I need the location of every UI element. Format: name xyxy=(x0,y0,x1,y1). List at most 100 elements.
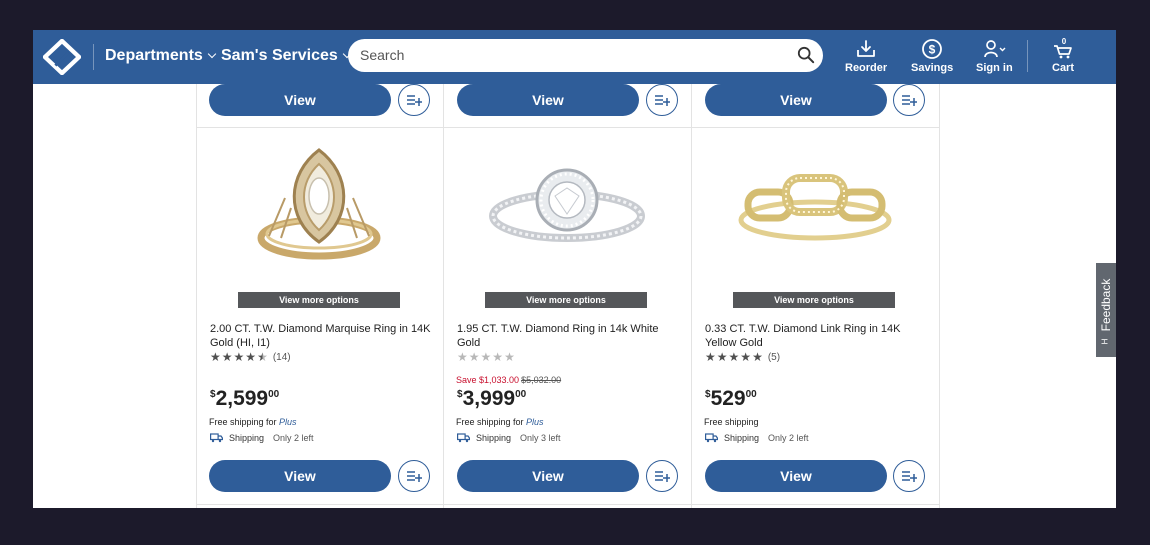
reorder-button[interactable]: Reorder xyxy=(845,38,887,74)
star-icon: ★ xyxy=(752,350,763,364)
star-icon: ★ xyxy=(728,350,740,364)
reorder-icon xyxy=(857,40,875,57)
free-shipping-text: Free shipping xyxy=(704,417,759,427)
feedback-tab[interactable]: Feedback H xyxy=(1096,263,1116,357)
star-icon: ★ xyxy=(740,350,752,364)
search-icon[interactable] xyxy=(797,46,815,64)
svg-text:$: $ xyxy=(929,43,936,57)
star-icon: ★ xyxy=(492,350,504,364)
marquise-ring-image[interactable] xyxy=(239,138,401,262)
view-more-options-button[interactable]: View more options xyxy=(485,292,647,308)
add-to-list-icon xyxy=(902,471,917,482)
view-button[interactable]: View xyxy=(457,460,639,492)
sams-club-logo-icon[interactable] xyxy=(43,39,81,75)
feedback-icon: H xyxy=(1100,338,1110,345)
price-cents: 00 xyxy=(745,389,757,400)
price-currency: $ xyxy=(457,389,463,400)
price: $52900 xyxy=(705,387,757,411)
product-title[interactable]: 0.33 CT. T.W. Diamond Link Ring in 14K Y… xyxy=(705,322,927,350)
cart-count: 0 xyxy=(1062,38,1067,46)
price-dollars: 2,599 xyxy=(215,387,269,410)
view-more-options-button[interactable]: View more options xyxy=(733,292,895,308)
stock-left: Only 3 left xyxy=(520,433,561,443)
add-to-list-button[interactable] xyxy=(893,460,925,492)
plus-label[interactable]: Plus xyxy=(526,417,544,427)
departments-label: Departments xyxy=(105,47,203,64)
stock-left: Only 2 left xyxy=(273,433,314,443)
add-to-list-button[interactable] xyxy=(646,460,678,492)
shipping-prefix: Free shipping for xyxy=(209,417,280,427)
rating-stars[interactable]: ★ ★ ★ ★ ★ (5) xyxy=(705,351,780,363)
reorder-label: Reorder xyxy=(845,62,888,74)
price-currency: $ xyxy=(705,389,711,400)
star-icon: ★ xyxy=(504,350,515,364)
sign-in-button[interactable]: Sign in xyxy=(976,38,1013,74)
add-to-list-icon xyxy=(407,95,422,106)
star-icon: ★ xyxy=(480,350,492,364)
star-icon: ★ xyxy=(233,350,245,364)
product-card: View more options 0.33 CT. T.W. Diamond … xyxy=(691,128,939,504)
star-icon: ★ xyxy=(210,350,221,364)
shipping-availability: Shipping Only 3 left xyxy=(457,433,561,443)
link-ring-image[interactable] xyxy=(734,138,896,262)
services-menu[interactable]: Sam's Services xyxy=(221,47,352,65)
half-star-icon: ★ xyxy=(257,350,268,364)
shipping-prefix: Free shipping xyxy=(704,417,759,427)
cart-icon: 0 xyxy=(1054,38,1072,59)
site-header: Departments Sam's Services Reorder $ S xyxy=(33,30,1116,84)
search-bar xyxy=(348,39,823,72)
truck-icon xyxy=(457,433,470,443)
star-icon: ★ xyxy=(468,350,480,364)
price-cents: 00 xyxy=(515,389,527,400)
star-icon: ★ xyxy=(716,350,728,364)
review-count: (5) xyxy=(767,351,781,363)
savings-text: Save $1,033.00 $5,032.00 xyxy=(456,375,561,385)
chevron-down-icon xyxy=(207,49,217,59)
view-more-options-button[interactable]: View more options xyxy=(238,292,400,308)
user-icon xyxy=(984,40,1006,58)
plus-label[interactable]: Plus xyxy=(279,417,297,427)
header-divider xyxy=(1027,40,1028,72)
shipping-label: Shipping xyxy=(476,433,512,443)
add-to-list-icon xyxy=(655,471,670,482)
shipping-label: Shipping xyxy=(229,433,265,443)
shipping-availability: Shipping Only 2 left xyxy=(210,433,314,443)
white-gold-ring-image[interactable] xyxy=(486,138,648,262)
view-button[interactable]: View xyxy=(209,84,391,116)
rating-stars[interactable]: ★ ★ ★ ★ ★ (14) xyxy=(210,351,291,363)
save-amount: Save $1,033.00 xyxy=(456,375,520,385)
savings-label: Savings xyxy=(911,62,954,74)
view-button[interactable]: View xyxy=(209,460,391,492)
rating-stars[interactable]: ★ ★ ★ ★ ★ xyxy=(457,351,516,363)
departments-menu[interactable]: Departments xyxy=(105,47,217,65)
product-card: View more options 1.95 CT. T.W. Diamond … xyxy=(443,128,691,504)
price-cents: 00 xyxy=(268,389,280,400)
star-icon: ★ xyxy=(457,350,468,364)
header-divider xyxy=(93,44,94,70)
row-divider xyxy=(196,504,939,505)
view-button[interactable]: View xyxy=(705,460,887,492)
add-to-list-button[interactable] xyxy=(398,84,430,116)
stock-left: Only 2 left xyxy=(768,433,809,443)
truck-icon xyxy=(705,433,718,443)
dollar-circle-icon: $ xyxy=(922,39,942,59)
add-to-list-button[interactable] xyxy=(398,460,430,492)
cart-button[interactable]: 0 Cart xyxy=(1052,38,1074,74)
price: $2,59900 xyxy=(210,387,279,411)
view-button[interactable]: View xyxy=(705,84,887,116)
cart-label: Cart xyxy=(1052,62,1075,74)
price: $3,99900 xyxy=(457,387,526,411)
product-title[interactable]: 1.95 CT. T.W. Diamond Ring in 14k White … xyxy=(457,322,679,350)
add-to-list-button[interactable] xyxy=(646,84,678,116)
view-button[interactable]: View xyxy=(457,84,639,116)
star-icon: ★ xyxy=(705,350,716,364)
price-dollars: 3,999 xyxy=(462,387,516,410)
shipping-availability: Shipping Only 2 left xyxy=(705,433,809,443)
product-title[interactable]: 2.00 CT. T.W. Diamond Marquise Ring in 1… xyxy=(210,322,432,350)
add-to-list-icon xyxy=(407,471,422,482)
savings-button[interactable]: $ Savings xyxy=(911,38,953,74)
add-to-list-button[interactable] xyxy=(893,84,925,116)
price-dollars: 529 xyxy=(710,387,746,410)
search-input[interactable] xyxy=(360,45,780,65)
star-icon: ★ xyxy=(245,350,257,364)
